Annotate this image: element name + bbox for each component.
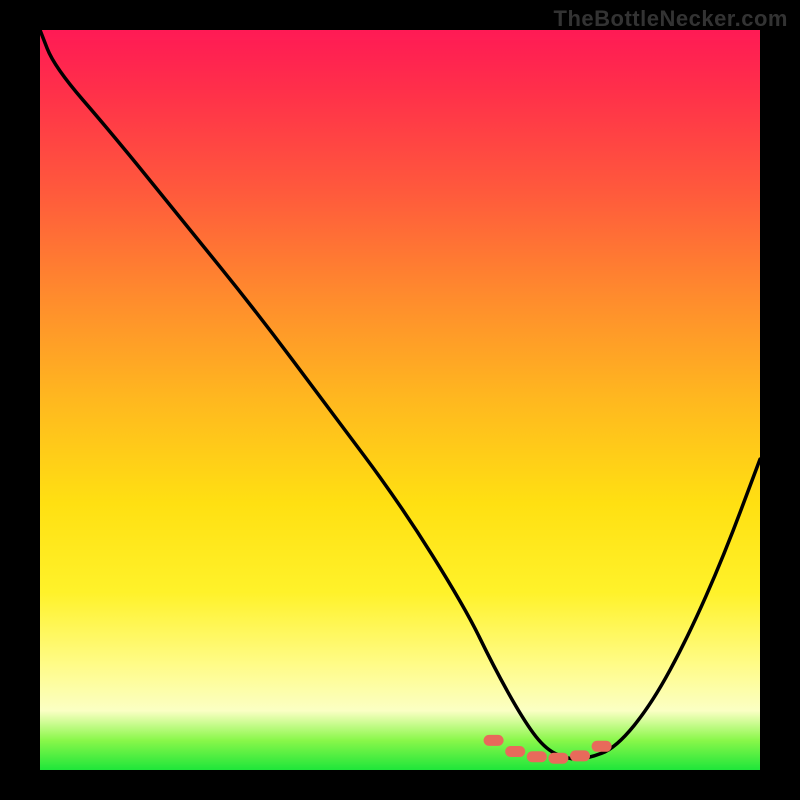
- flat-marker: [548, 753, 568, 764]
- flat-marker: [484, 735, 504, 746]
- flat-marker: [527, 751, 547, 762]
- flat-marker: [570, 750, 590, 761]
- chart-frame: TheBottleNecker.com: [0, 0, 800, 800]
- plot-area: [40, 30, 760, 770]
- flat-marker: [592, 741, 612, 752]
- curve-line: [40, 30, 760, 759]
- flat-marker: [505, 746, 525, 757]
- chart-svg: [40, 30, 760, 770]
- watermark-text: TheBottleNecker.com: [554, 6, 788, 32]
